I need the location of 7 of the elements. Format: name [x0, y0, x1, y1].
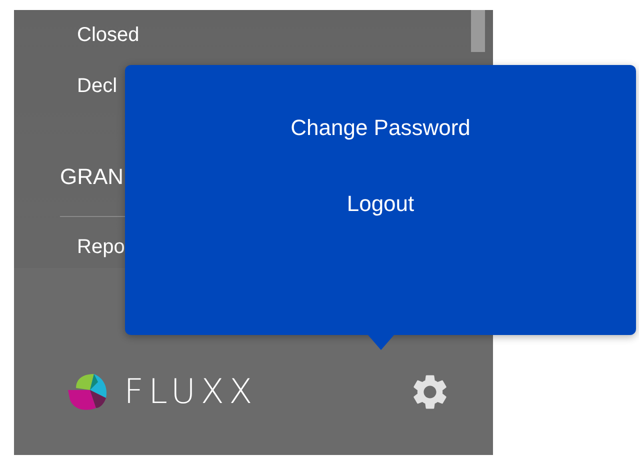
nav-link[interactable]: Repo — [14, 222, 125, 273]
nav-link[interactable]: Closed — [14, 10, 140, 61]
scrollbar-thumb[interactable] — [471, 10, 485, 52]
logo-text: FLUXX — [124, 372, 258, 412]
nav-link[interactable]: Decl — [14, 61, 118, 112]
menu-item[interactable]: Logout — [342, 189, 418, 219]
menu-item[interactable]: Change Password — [286, 113, 474, 143]
